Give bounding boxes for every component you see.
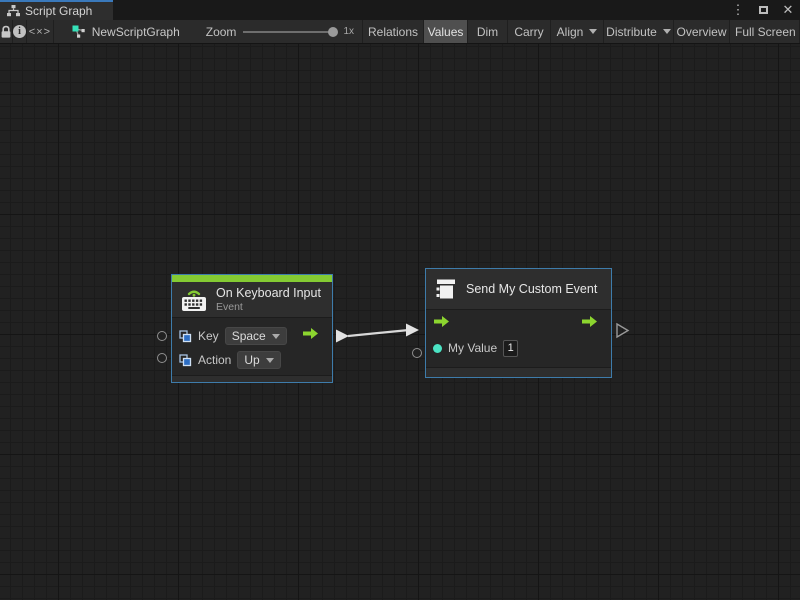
flow-row bbox=[433, 313, 604, 335]
maximize-button[interactable] bbox=[755, 1, 771, 19]
key-dropdown[interactable]: Space bbox=[225, 327, 287, 345]
key-row: Key Space bbox=[179, 325, 325, 347]
dropdown-caret-icon bbox=[272, 334, 280, 339]
graph-toolbar: i <×> NewScriptGraph Zoom 1x Relations V… bbox=[0, 20, 800, 44]
align-label: Align bbox=[557, 25, 584, 39]
relations-button[interactable]: Relations bbox=[363, 20, 424, 43]
value-port-dot-icon[interactable] bbox=[433, 344, 442, 353]
key-label: Key bbox=[198, 329, 219, 343]
key-dropdown-value: Space bbox=[232, 329, 266, 343]
window-controls: ⋮ ✕ bbox=[730, 0, 796, 20]
flow-arrow-icon bbox=[302, 327, 319, 340]
tab-script-graph[interactable]: Script Graph bbox=[0, 0, 113, 20]
graph-asset-icon bbox=[72, 25, 86, 39]
connection-wire[interactable] bbox=[336, 324, 419, 343]
carry-button[interactable]: Carry bbox=[508, 20, 551, 43]
action-input-port[interactable] bbox=[157, 353, 167, 363]
overview-button[interactable]: Overview bbox=[674, 20, 730, 43]
zoom-label: Zoom bbox=[206, 25, 237, 39]
zoom-slider[interactable] bbox=[243, 31, 336, 33]
tab-title: Script Graph bbox=[25, 4, 92, 18]
align-caret-icon bbox=[589, 29, 597, 34]
script-graph-tab-icon bbox=[7, 5, 20, 17]
key-input-port[interactable] bbox=[157, 331, 167, 341]
distribute-label: Distribute bbox=[606, 25, 657, 39]
graph-name-breadcrumb[interactable]: NewScriptGraph bbox=[62, 20, 190, 43]
type-chip-icon bbox=[179, 330, 192, 343]
node-subtitle: Event bbox=[216, 301, 321, 313]
node-header: Send My Custom Event bbox=[426, 269, 611, 310]
node-title: Send My Custom Event bbox=[466, 282, 597, 296]
flow-arrow-icon bbox=[433, 315, 450, 328]
node-send-custom-event[interactable]: Send My Custom Event bbox=[425, 268, 612, 378]
maximize-icon bbox=[759, 6, 768, 14]
my-value-row: My Value 1 bbox=[433, 337, 604, 359]
zoom-control: Zoom 1x bbox=[190, 20, 362, 43]
graph-name-label: NewScriptGraph bbox=[92, 25, 180, 39]
values-label: Values bbox=[428, 25, 464, 39]
script-graph-window: Script Graph ⋮ ✕ i <×> bbox=[0, 0, 800, 600]
close-icon: ✕ bbox=[783, 2, 794, 18]
action-dropdown[interactable]: Up bbox=[237, 351, 280, 369]
graph-canvas[interactable]: On Keyboard Input Event Key Space bbox=[0, 44, 800, 600]
carry-label: Carry bbox=[514, 25, 543, 39]
overview-label: Overview bbox=[676, 25, 726, 39]
info-icon: i bbox=[13, 25, 26, 38]
my-value-input[interactable]: 1 bbox=[503, 340, 518, 357]
close-button[interactable]: ✕ bbox=[780, 1, 796, 19]
trigger-output-port[interactable] bbox=[581, 315, 598, 333]
node-body: My Value 1 bbox=[426, 310, 611, 363]
event-accent-bar bbox=[172, 275, 332, 282]
action-row: Action Up bbox=[179, 349, 325, 371]
zoom-value: 1x bbox=[343, 26, 354, 37]
distribute-dropdown-button[interactable]: Distribute bbox=[604, 20, 674, 43]
action-label: Action bbox=[198, 353, 231, 367]
code-brackets-icon: <×> bbox=[29, 26, 51, 38]
node-header: On Keyboard Input Event bbox=[172, 282, 332, 318]
kebab-menu-icon: ⋮ bbox=[732, 2, 745, 18]
node-title-block: On Keyboard Input Event bbox=[216, 286, 321, 313]
custom-event-icon bbox=[434, 277, 458, 301]
node-footer bbox=[426, 367, 611, 377]
action-dropdown-value: Up bbox=[244, 353, 259, 367]
align-dropdown-button[interactable]: Align bbox=[551, 20, 604, 43]
lock-graph-button[interactable] bbox=[0, 20, 13, 43]
dropdown-caret-icon bbox=[266, 358, 274, 363]
distribute-caret-icon bbox=[663, 29, 671, 34]
trigger-output-port[interactable] bbox=[302, 327, 319, 345]
node-footer bbox=[172, 375, 332, 382]
fullscreen-label: Full Screen bbox=[735, 25, 796, 39]
node-on-keyboard-input[interactable]: On Keyboard Input Event Key Space bbox=[171, 274, 333, 383]
toolbar-buttons: Relations Values Dim Carry Align Distrib… bbox=[362, 20, 800, 43]
my-value-label: My Value bbox=[448, 341, 497, 355]
window-menu-button[interactable]: ⋮ bbox=[730, 1, 746, 19]
lock-icon bbox=[0, 25, 12, 39]
keyboard-icon bbox=[180, 287, 208, 312]
inspector-toggle-button[interactable]: i bbox=[13, 20, 27, 43]
tab-strip: Script Graph ⋮ ✕ bbox=[0, 0, 800, 20]
flow-arrow-icon bbox=[581, 315, 598, 328]
unconnected-flow-port-icon[interactable] bbox=[617, 324, 628, 337]
toolbar-spacer bbox=[54, 20, 62, 43]
zoom-slider-handle[interactable] bbox=[328, 27, 338, 37]
fullscreen-button[interactable]: Full Screen bbox=[730, 20, 800, 43]
dim-button[interactable]: Dim bbox=[468, 20, 508, 43]
dim-label: Dim bbox=[477, 25, 498, 39]
node-body: Key Space Acti bbox=[172, 318, 332, 375]
relations-label: Relations bbox=[368, 25, 418, 39]
edit-source-button[interactable]: <×> bbox=[27, 20, 54, 43]
values-button[interactable]: Values bbox=[424, 20, 468, 43]
wire-layer bbox=[0, 44, 800, 600]
my-value-input-port[interactable] bbox=[412, 348, 422, 358]
node-title: On Keyboard Input bbox=[216, 286, 321, 300]
trigger-input-port[interactable] bbox=[433, 315, 450, 333]
type-chip-icon bbox=[179, 354, 192, 367]
